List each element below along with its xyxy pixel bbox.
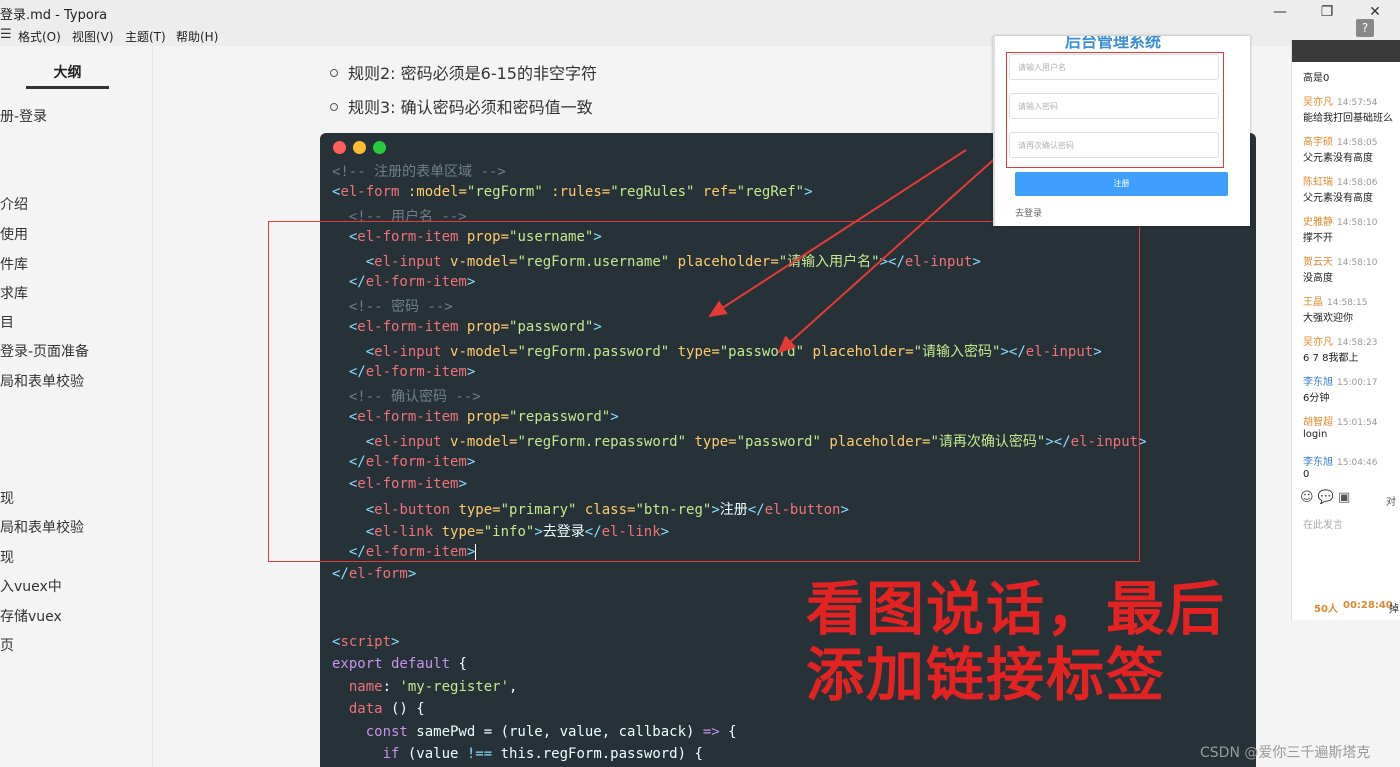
chat-header (1292, 40, 1400, 62)
arrow-to-username (708, 149, 967, 318)
chat-message: 高是0 (1303, 73, 1330, 84)
chat-online-count: 50人 (1314, 604, 1338, 615)
help-icon[interactable]: ? (1356, 19, 1374, 37)
chat-timestamp: 15:04:46 (1337, 458, 1378, 468)
chat-sender: 史雅静 14:58:10 (1303, 213, 1377, 228)
preview-title: 后台管理系统 (1065, 36, 1162, 51)
chat-message: 大强欢迎你 (1303, 313, 1353, 324)
live-chat-panel: 高是0 吴亦凡 14:57:54 能给我打回基础班么 高宇硕 14:58:05 父元素没有… (1291, 40, 1400, 620)
chat-sender-name: 李东旭 (1303, 377, 1333, 388)
chat-timestamp: 15:00:17 (1337, 378, 1378, 388)
chat-sender-name: 贺云天 (1303, 257, 1333, 268)
chat-message: 6分钟 (1303, 393, 1330, 404)
chat-timestamp: 14:58:23 (1337, 338, 1378, 348)
chat-sender-name: 王晶 (1303, 297, 1323, 308)
chat-side-char: 对 (1386, 497, 1396, 508)
chat-sender: 贺云天 14:58:10 (1303, 253, 1377, 268)
chat-sender-name: 吴亦凡 (1303, 97, 1333, 108)
chat-sender: 吴亦凡 14:58:23 (1303, 333, 1377, 348)
chat-sender: 高宇硕 14:58:05 (1303, 133, 1377, 148)
chat-timestamp: 14:58:10 (1337, 218, 1378, 228)
csdn-watermark: CSDN @爱你三千遍斯塔克 (1200, 745, 1371, 761)
chat-sender: 胡智超 15:01:54 (1303, 413, 1377, 428)
preview-login-link: 去登录 (1015, 209, 1043, 219)
chat-timestamp: 15:01:54 (1337, 418, 1378, 428)
chat-message: 父元素没有高度 (1303, 193, 1373, 204)
chat-message: 6 7 8我都上 (1303, 353, 1359, 364)
chat-message: 能给我打回基础班么 (1303, 113, 1393, 124)
overlay-text-line-2: 添加链接标签 (806, 641, 1167, 709)
chat-sender-name: 陈虹瑞 (1303, 177, 1333, 188)
chat-message: 没高度 (1303, 273, 1333, 284)
chat-tail: 掉 (1389, 604, 1399, 615)
annotation-box-inputs (1006, 52, 1224, 168)
chat-sender-name: 李东旭 (1303, 457, 1333, 468)
chat-emoji-icons[interactable]: ☺ 💬 ▣ (1300, 490, 1350, 505)
chat-sender-name: 高宇硕 (1303, 137, 1333, 148)
chat-sender: 李东旭 15:00:17 (1303, 373, 1377, 388)
chat-timestamp: 14:58:10 (1337, 258, 1378, 268)
chat-sender-name: 胡智超 (1303, 417, 1333, 428)
chat-sender: 吴亦凡 14:57:54 (1303, 93, 1377, 108)
chat-message: 撑不开 (1303, 233, 1333, 244)
chat-timestamp: 14:57:54 (1337, 98, 1378, 108)
chat-sender-name: 吴亦凡 (1303, 337, 1333, 348)
chat-sender: 陈虹瑞 14:58:06 (1303, 173, 1377, 188)
chat-message: 父元素没有高度 (1303, 153, 1373, 164)
chat-elapsed-time: 00:28:40 (1343, 600, 1393, 611)
chat-message: 0 (1303, 469, 1310, 480)
chat-input[interactable]: 在此发言 (1303, 516, 1343, 531)
chat-timestamp: 14:58:05 (1337, 138, 1378, 148)
chat-sender: 王晶 14:58:15 (1303, 293, 1367, 308)
chat-timestamp: 14:58:15 (1327, 298, 1368, 308)
preview-register-button: 注册 (1015, 172, 1228, 196)
chat-sender: 李东旭 15:04:46 (1303, 453, 1377, 468)
chat-timestamp: 14:58:06 (1337, 178, 1378, 188)
chat-sender-name: 史雅静 (1303, 217, 1333, 228)
chat-message: login (1303, 429, 1328, 440)
